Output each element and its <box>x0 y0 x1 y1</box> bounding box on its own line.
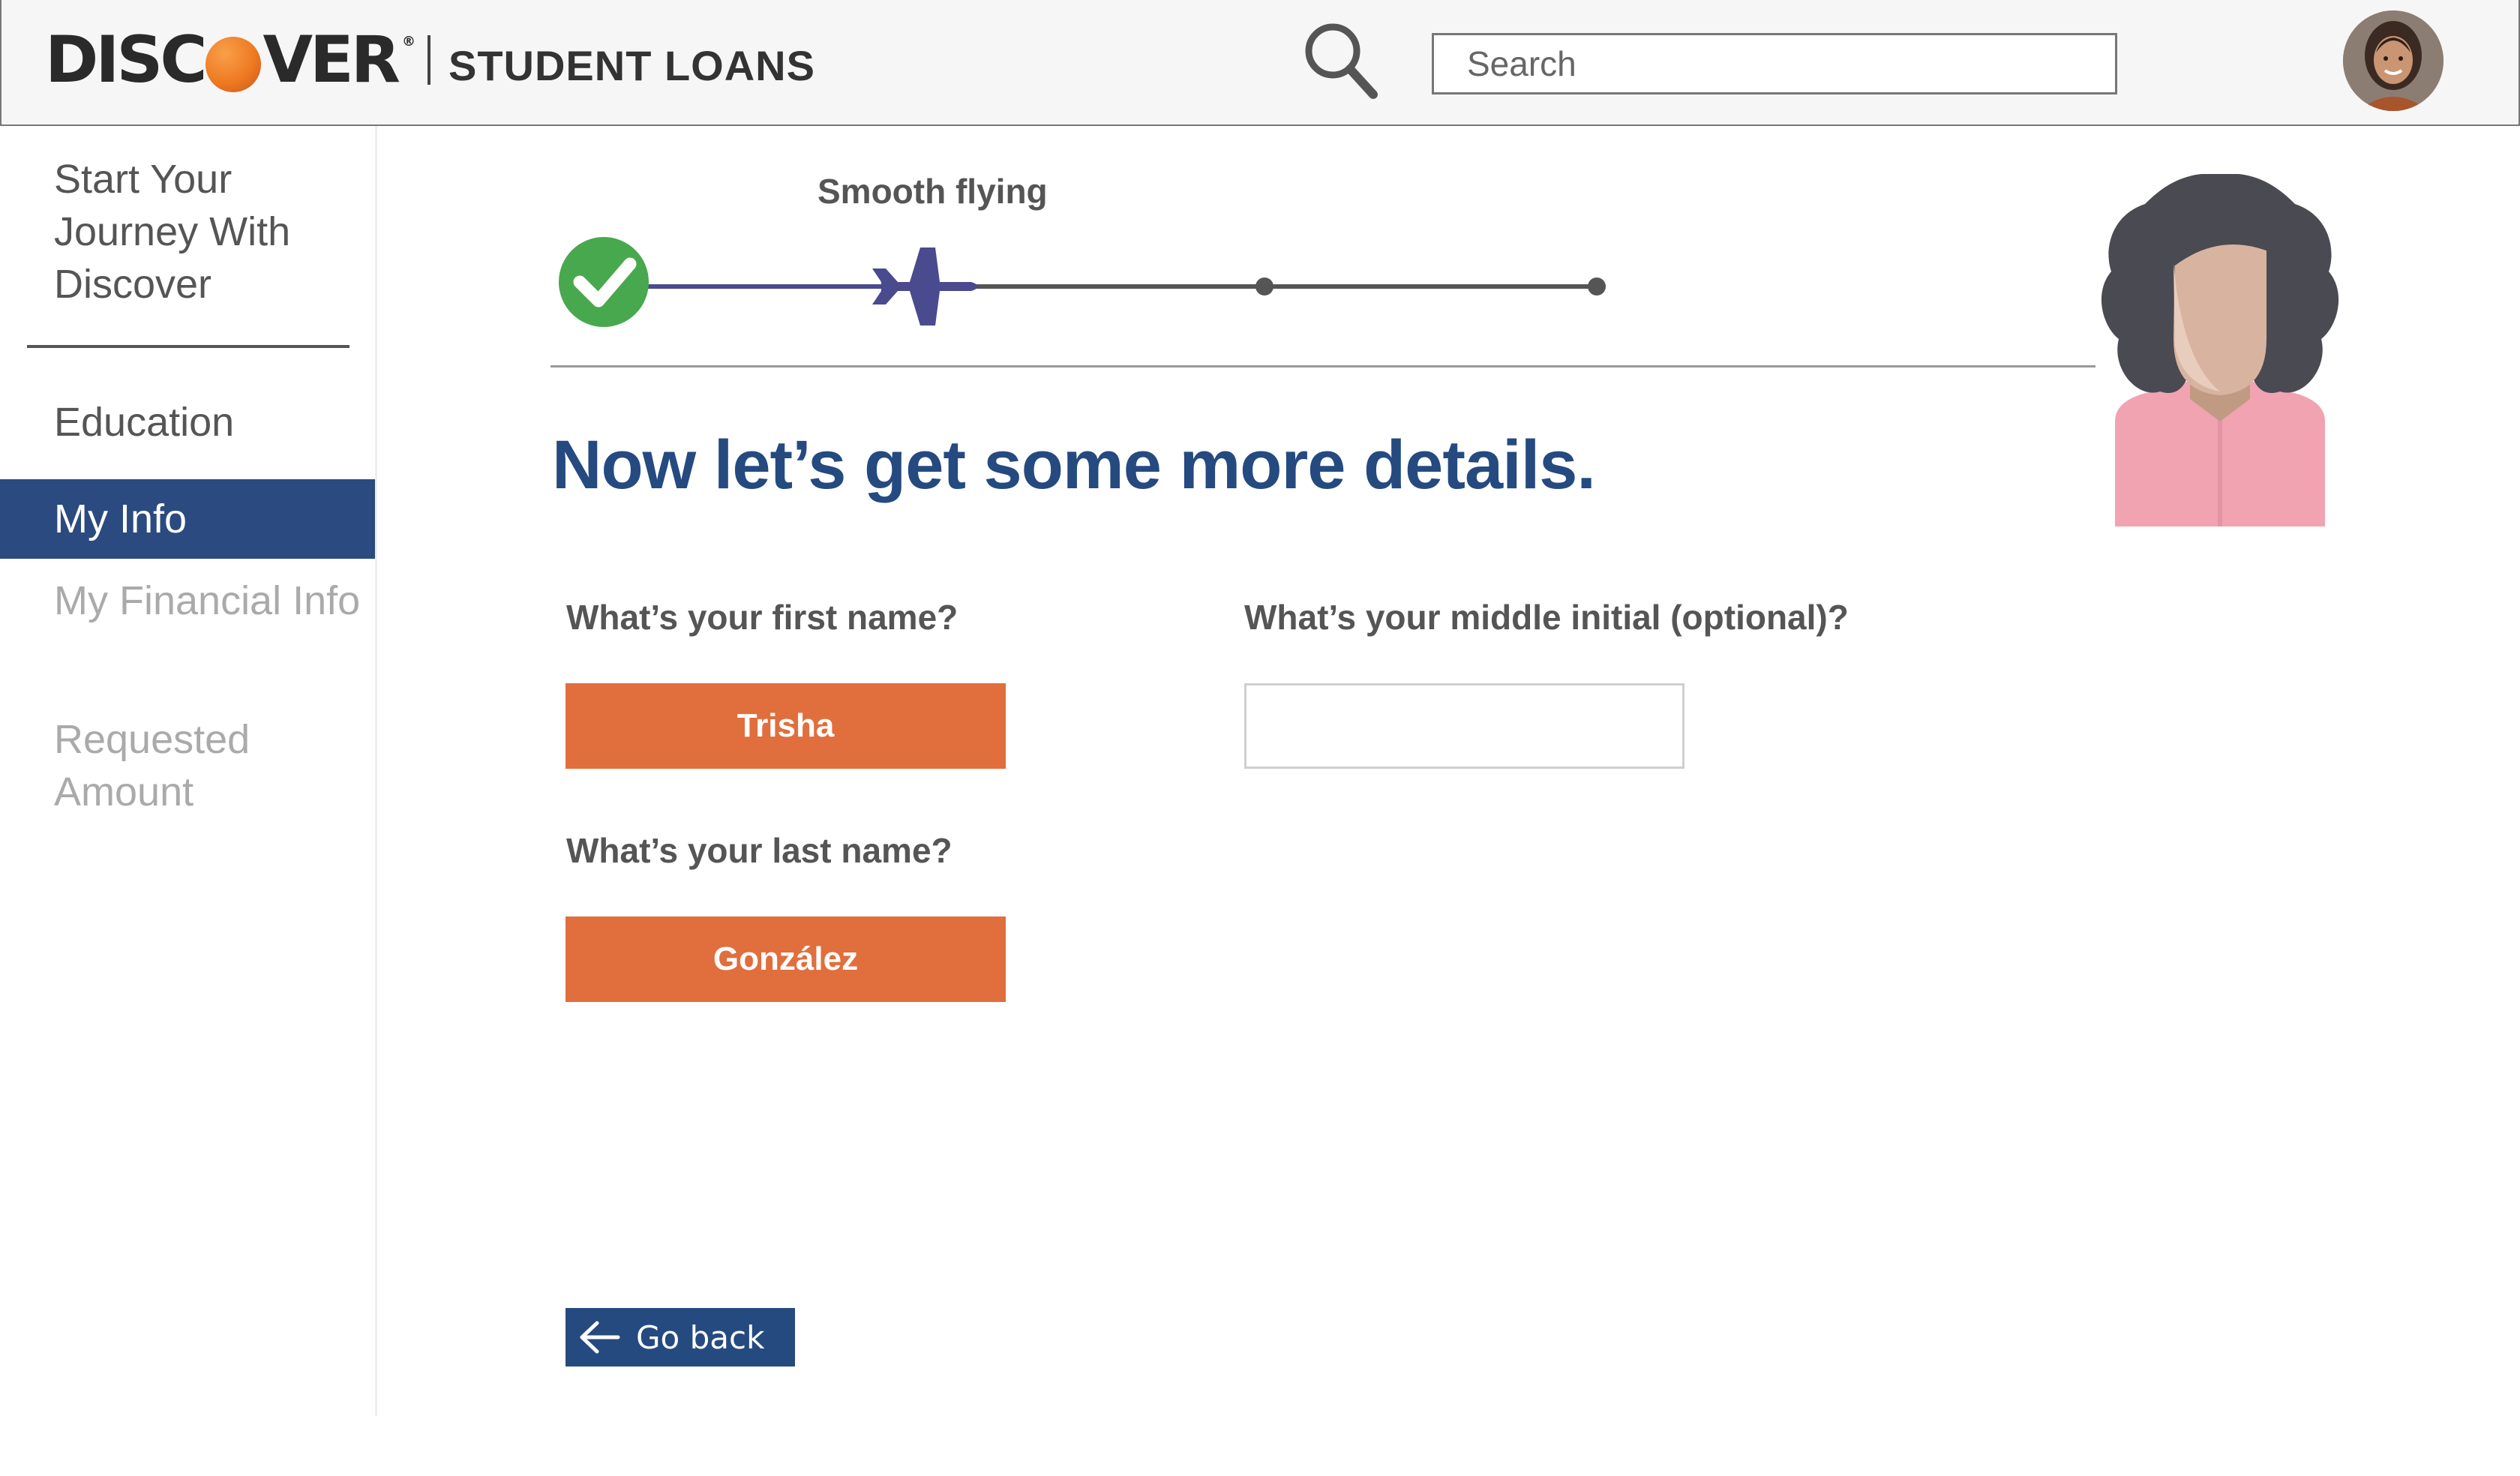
first-name-label: What’s your first name? <box>566 598 958 637</box>
logo-subtitle: STUDENT LOANS <box>448 41 815 89</box>
section-divider <box>550 365 2096 368</box>
logo-text-right: VER <box>262 22 400 98</box>
sidebar-item-requested-amount[interactable]: Requested Amount <box>0 713 375 818</box>
sidebar-nav: Start Your Journey With Discover Educati… <box>0 126 377 1416</box>
airplane-icon <box>872 248 978 326</box>
user-avatar[interactable] <box>2343 10 2444 111</box>
logo-text-left: DISC <box>45 22 207 98</box>
sidebar-item-my-financial-info[interactable]: My Financial Info <box>0 574 375 627</box>
first-name-field[interactable]: Trisha <box>566 683 1006 769</box>
middle-initial-field[interactable] <box>1244 683 1684 769</box>
progress-step-3 <box>1256 278 1274 296</box>
logo-wordmark: DISC VER ® <box>45 22 416 98</box>
person-illustration <box>2101 174 2339 526</box>
discover-logo[interactable]: DISC VER ® STUDENT LOANS <box>45 22 815 98</box>
progress-step-4 <box>1588 278 1606 296</box>
arrow-left-icon <box>576 1318 621 1356</box>
logo-registered-mark: ® <box>401 34 416 50</box>
search-input[interactable] <box>1434 35 2115 92</box>
search-icon[interactable] <box>1303 21 1378 104</box>
sidebar-item-my-info[interactable]: My Info <box>0 479 375 559</box>
sidebar-item-journey[interactable]: Start Your Journey With Discover <box>54 153 339 310</box>
logo-divider <box>427 35 430 85</box>
check-circle-icon <box>559 237 649 327</box>
progress-label: Smooth flying <box>818 172 1048 211</box>
middle-initial-label: What’s your middle initial (optional)? <box>1244 598 1849 637</box>
go-back-label: Go back <box>636 1318 765 1356</box>
sidebar-divider <box>27 345 350 348</box>
last-name-field[interactable]: González <box>566 916 1006 1002</box>
page-title: Now let’s get some more details. <box>552 427 1596 503</box>
sidebar-item-education[interactable]: Education <box>0 396 375 448</box>
progress-tracker <box>559 237 1606 327</box>
go-back-button[interactable]: Go back <box>566 1308 795 1366</box>
logo-orange-dot <box>206 37 262 92</box>
last-name-label: What’s your last name? <box>566 831 952 870</box>
search-field[interactable] <box>1432 33 2117 94</box>
top-header: DISC VER ® STUDENT LOANS <box>0 0 2520 126</box>
